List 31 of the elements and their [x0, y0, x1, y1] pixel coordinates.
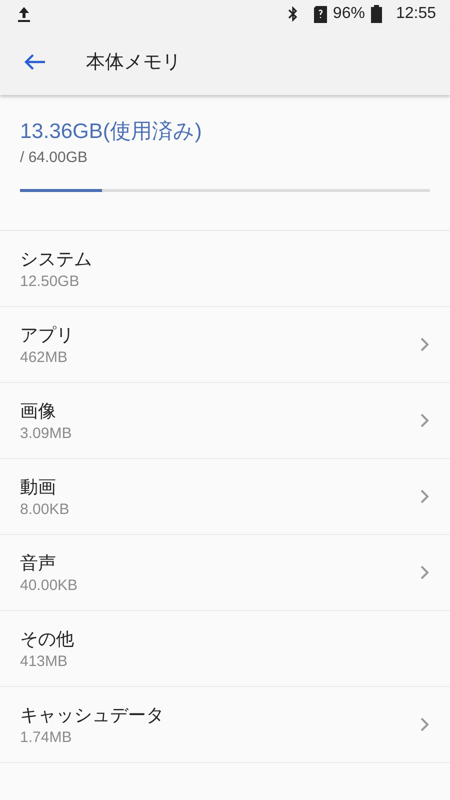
battery-percent: 96% [332, 5, 365, 23]
category-size: 40.00KB [20, 577, 79, 594]
storage-category-row[interactable]: システム 12.50GB [0, 231, 450, 307]
category-size: 462MB [20, 349, 69, 366]
storage-category-row[interactable]: 画像 3.09MB [0, 383, 450, 459]
category-name: 動画 [20, 476, 57, 499]
category-size: 12.50GB [20, 273, 80, 290]
storage-category-row[interactable]: アプリ 462MB [0, 307, 450, 383]
used-storage: 13.36GB(使用済み) [20, 119, 203, 145]
storage-category-row[interactable]: その他 413MB [0, 611, 450, 687]
sim-card-icon [314, 6, 327, 22]
bluetooth-icon [288, 6, 298, 22]
category-size: 3.09MB [20, 425, 73, 442]
category-name: 画像 [20, 400, 57, 423]
category-name: アプリ [20, 324, 75, 347]
battery-icon [370, 5, 382, 23]
category-name: システム [20, 248, 93, 271]
category-name: その他 [20, 628, 75, 651]
clock-time: 12:55 [396, 5, 436, 23]
toolbar-title: 本体メモリ [86, 50, 181, 74]
back-arrow-icon[interactable] [24, 52, 46, 70]
category-size: 1.74MB [20, 729, 73, 746]
storage-category-row[interactable]: 動画 8.00KB [0, 459, 450, 535]
category-name: キャッシュデータ [20, 704, 165, 727]
storage-category-row[interactable]: キャッシュデータ 1.74MB [0, 687, 450, 763]
storage-category-row[interactable]: 音声 40.00KB [0, 535, 450, 611]
category-name: 音声 [20, 552, 57, 575]
total-storage: / 64.00GB [20, 149, 89, 166]
category-size: 413MB [20, 653, 69, 670]
upload-icon [17, 6, 31, 22]
category-size: 8.00KB [20, 501, 70, 518]
